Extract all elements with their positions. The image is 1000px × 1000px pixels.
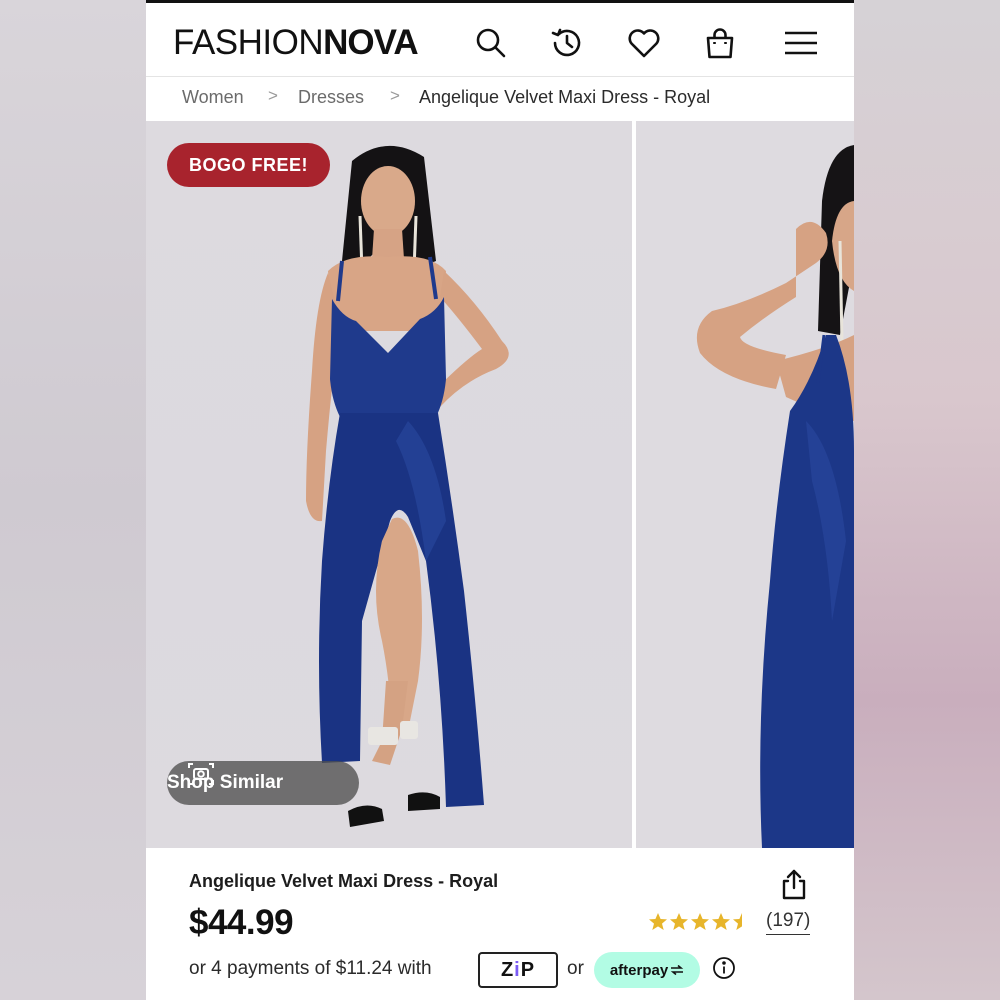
- star-half-icon: [733, 913, 742, 930]
- product-gallery[interactable]: BOGO FREE! Shop Similar: [146, 121, 854, 848]
- bag-icon[interactable]: [700, 23, 740, 63]
- product-price: $44.99: [189, 903, 294, 942]
- breadcrumb-dresses[interactable]: Dresses: [298, 87, 364, 108]
- afterpay-label: afterpay: [609, 961, 669, 979]
- star-full-icon: [649, 913, 667, 930]
- shop-similar-label: Shop Similar: [167, 772, 284, 793]
- star-full-icon: [691, 913, 709, 930]
- site-header: FASHIONNOVA: [146, 3, 854, 76]
- afterpay-logo[interactable]: afterpay: [594, 952, 700, 988]
- chevron-right-icon: >: [268, 86, 278, 105]
- camera-icon: [188, 763, 214, 785]
- fashion-nova-logo[interactable]: FASHIONNOVA: [173, 23, 419, 63]
- afterpay-arrows-icon: [670, 965, 684, 975]
- product-page: FASHIONNOVA Women > Dresses > Angelique …: [146, 0, 854, 1000]
- heart-icon[interactable]: [624, 23, 664, 63]
- zip-logo[interactable]: ZiP: [478, 952, 558, 988]
- breadcrumb: Women > Dresses > Angelique Velvet Maxi …: [146, 76, 854, 121]
- zip-letter-p: P: [520, 958, 536, 981]
- search-icon[interactable]: [471, 23, 511, 63]
- review-count-link[interactable]: (197): [766, 910, 811, 935]
- info-icon[interactable]: [712, 956, 736, 980]
- background-left: [0, 0, 146, 1000]
- bogo-free-badge: BOGO FREE!: [167, 143, 330, 187]
- history-icon[interactable]: [547, 23, 587, 63]
- breadcrumb-current: Angelique Velvet Maxi Dress - Royal: [419, 87, 711, 107]
- logo-light-text: FASHION: [173, 23, 324, 62]
- zip-letter-z: Z: [500, 958, 515, 981]
- chevron-right-icon: >: [390, 86, 400, 105]
- star-full-icon: [712, 913, 730, 930]
- product-image-main[interactable]: BOGO FREE! Shop Similar: [146, 121, 632, 848]
- background-right: [854, 0, 1000, 1000]
- product-image-secondary[interactable]: [636, 121, 854, 848]
- installments-text: or 4 payments of $11.24 with: [189, 958, 432, 979]
- product-info: Angelique Velvet Maxi Dress - Royal $44.…: [146, 848, 854, 1000]
- star-rating[interactable]: [648, 912, 753, 934]
- product-title: Angelique Velvet Maxi Dress - Royal: [189, 871, 499, 891]
- shop-similar-button[interactable]: Shop Similar: [167, 761, 359, 805]
- model-illustration-side: [696, 145, 854, 848]
- or-text: or: [567, 958, 584, 979]
- star-full-icon: [670, 913, 688, 930]
- menu-icon[interactable]: [781, 23, 821, 63]
- share-icon[interactable]: [780, 868, 808, 900]
- logo-bold-text: NOVA: [323, 23, 419, 62]
- breadcrumb-women[interactable]: Women: [182, 87, 244, 108]
- model-illustration: [306, 145, 509, 827]
